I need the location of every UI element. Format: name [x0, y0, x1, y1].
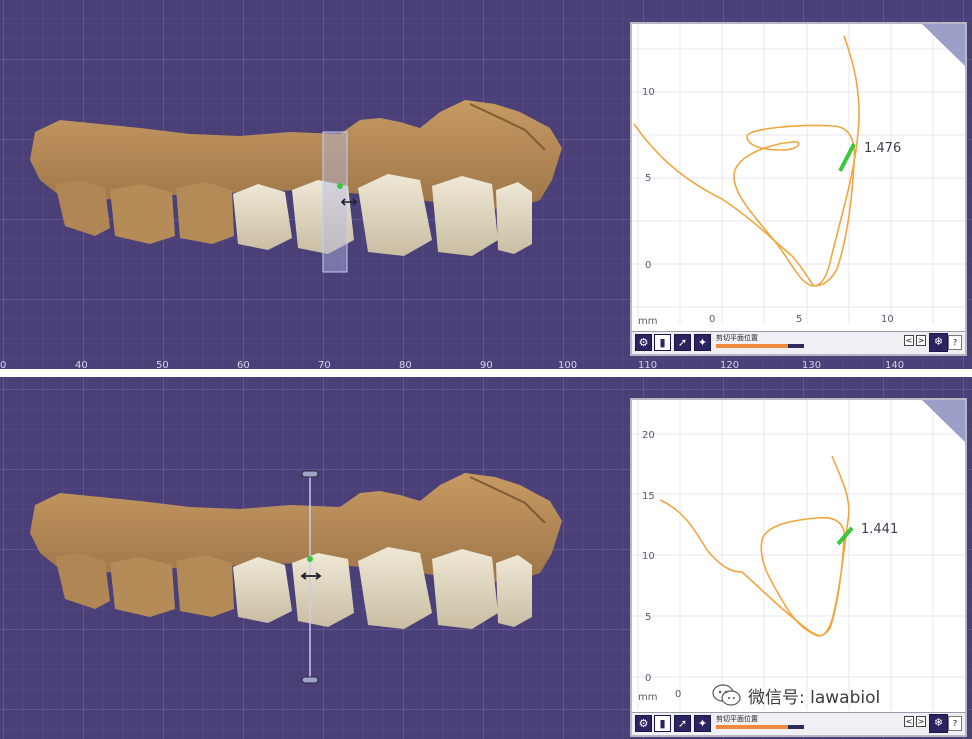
premolar-tooth [110, 184, 175, 244]
y-tick: 0 [645, 673, 651, 684]
ruler-label: 110 [638, 360, 657, 369]
ruler-label: 140 [885, 360, 904, 369]
ruler-label: 40 [75, 360, 88, 369]
canine-tooth [233, 184, 292, 250]
y-tick: 10 [642, 87, 655, 98]
y-tick: 0 [645, 260, 651, 271]
ruler-label: 70 [318, 360, 331, 369]
panel-toolbar: ⚙ ▮ ➚ ✦ 剪切平面位置 < > ❄ ? [632, 712, 965, 735]
measure-tool-icon[interactable]: ➚ [674, 334, 691, 351]
central-incisor-tooth [358, 174, 432, 256]
cross-section-panel: 10 5 0 0 5 10 mm 1.476 ⚙ ▮ ➚ ✦ 剪切平面位置 < … [630, 22, 967, 356]
canine-tooth [233, 557, 292, 623]
y-tick: 5 [645, 612, 651, 623]
y-tick: 5 [645, 173, 651, 184]
prev-button[interactable]: < [904, 716, 914, 727]
plane-position-slider[interactable] [716, 725, 804, 729]
panel-toolbar: ⚙ ▮ ➚ ✦ 剪切平面位置 < > ❄ ? [632, 331, 965, 354]
slider-fill [716, 344, 789, 348]
x-tick: 0 [709, 314, 715, 325]
thickness-value: 1.476 [864, 141, 901, 156]
slider-fill [716, 725, 789, 729]
y-tick: 10 [642, 551, 655, 562]
ruler-label: 0 [0, 360, 6, 369]
view-toggle-icon[interactable]: ▮ [654, 715, 671, 732]
x-tick: 5 [796, 314, 802, 325]
watermark-text: 微信号: lawabiol [748, 687, 881, 708]
premolar-tooth [176, 182, 234, 244]
cross-section-plot: 10 5 0 0 5 10 mm 1.476 [632, 24, 965, 332]
central-incisor-tooth [432, 176, 498, 256]
unit-label: mm [638, 692, 657, 703]
watermark: 微信号: lawabiol [712, 683, 881, 708]
brush-tool-icon[interactable]: ❄ [929, 333, 948, 352]
help-button[interactable]: ? [948, 716, 962, 731]
central-incisor-tooth [358, 547, 432, 629]
section-point [337, 183, 343, 189]
viewport-divider [0, 369, 972, 377]
point-tool-icon[interactable]: ✦ [694, 715, 711, 732]
premolar-tooth [110, 557, 175, 617]
settings-gear-icon[interactable]: ⚙ [635, 334, 652, 351]
premolar-tooth [176, 555, 234, 617]
ruler-label: 50 [156, 360, 169, 369]
x-tick: 0 [675, 689, 681, 700]
thickness-value: 1.441 [861, 522, 898, 537]
ruler-label: 80 [399, 360, 412, 369]
lateral-incisor-tooth [496, 555, 532, 627]
ruler-label: 60 [237, 360, 250, 369]
wechat-icon [712, 684, 741, 706]
unit-label: mm [638, 316, 657, 327]
y-tick: 20 [642, 430, 655, 441]
plane-end-handle[interactable] [301, 676, 319, 684]
top-3d-viewport[interactable]: 0 40 50 60 70 80 90 100 110 120 130 140 [0, 0, 972, 369]
next-button[interactable]: > [916, 716, 926, 727]
measure-tool-icon[interactable]: ➚ [674, 715, 691, 732]
plane-position-slider[interactable] [716, 344, 804, 348]
ruler-label: 130 [802, 360, 821, 369]
point-tool-icon[interactable]: ✦ [694, 334, 711, 351]
brush-tool-icon[interactable]: ❄ [929, 714, 948, 733]
help-button[interactable]: ? [948, 335, 962, 350]
ruler-label: 120 [720, 360, 739, 369]
view-toggle-icon[interactable]: ▮ [654, 334, 671, 351]
toolbar-label: 剪切平面位置 [716, 715, 758, 723]
plane-end-handle[interactable] [301, 470, 319, 478]
settings-gear-icon[interactable]: ⚙ [635, 715, 652, 732]
next-button[interactable]: > [916, 335, 926, 346]
lateral-incisor-tooth [292, 553, 354, 627]
prev-button[interactable]: < [904, 335, 914, 346]
y-tick: 15 [642, 491, 655, 502]
central-incisor-tooth [432, 549, 498, 629]
cross-section-plot: 20 15 10 5 0 0 mm 1.441 [632, 400, 965, 713]
toolbar-label: 剪切平面位置 [716, 334, 758, 342]
section-point [307, 556, 313, 562]
lateral-incisor-tooth [496, 182, 532, 254]
ruler-label: 100 [558, 360, 577, 369]
x-tick: 10 [881, 314, 894, 325]
ruler-label: 90 [480, 360, 493, 369]
